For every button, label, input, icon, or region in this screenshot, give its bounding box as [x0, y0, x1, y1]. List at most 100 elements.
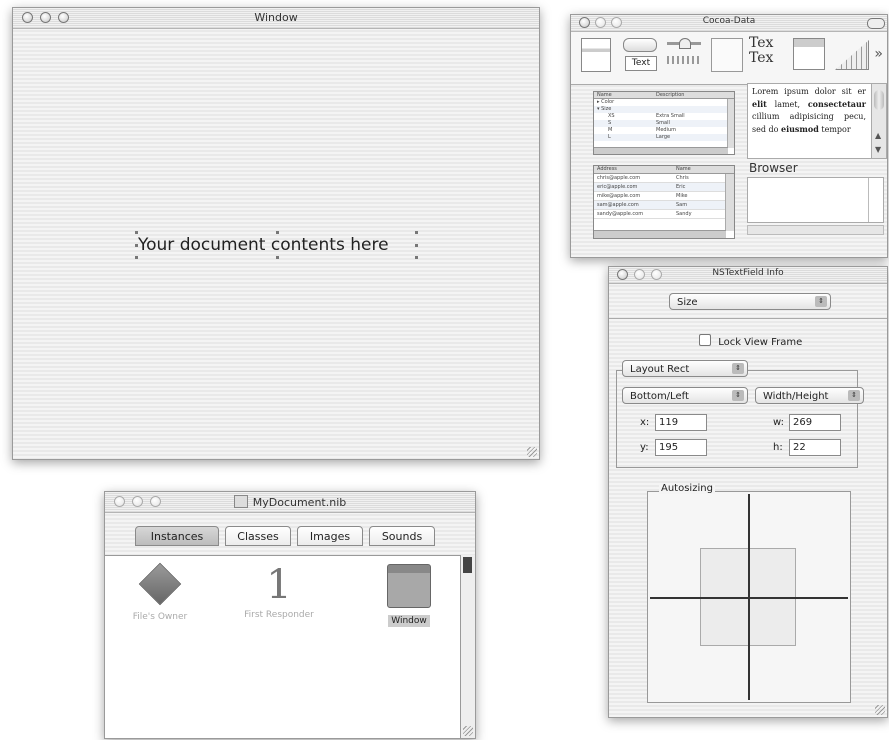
info-panel-titlebar[interactable]: NSTextField Info — [609, 267, 887, 284]
document-content-textfield[interactable]: Your document contents here — [135, 231, 418, 259]
outline-row[interactable]: L Large — [594, 134, 734, 141]
popup-divider — [609, 318, 887, 319]
resize-handle-icon[interactable] — [415, 244, 418, 247]
palette-titlebar[interactable]: Cocoa-Data — [571, 15, 887, 32]
resize-grip-icon[interactable] — [527, 447, 537, 457]
browser-scrollbar[interactable] — [747, 225, 884, 235]
size-popup[interactable]: Width/Height ⇕ — [755, 387, 864, 404]
cocoa-data-views-icon[interactable] — [581, 38, 611, 72]
tab-classes[interactable]: Classes — [225, 526, 291, 546]
scroll-thumb-icon[interactable] — [874, 90, 884, 110]
scroll-down-icon[interactable]: ▼ — [875, 145, 881, 154]
instances-pane[interactable]: File's Owner 1 First Responder Window — [105, 555, 461, 738]
outline-row[interactable]: M Medium — [594, 127, 734, 134]
table-row[interactable]: sandy@apple.com Sandy — [594, 210, 734, 219]
autosizing-vertical-spring[interactable] — [748, 494, 750, 700]
checkbox-icon[interactable] — [699, 334, 711, 346]
info-panel-title: NSTextField Info — [712, 268, 784, 278]
resize-grip-icon[interactable] — [875, 705, 885, 715]
nib-file-icon — [233, 495, 248, 508]
nib-window-titlebar[interactable]: MyDocument.nib — [105, 492, 475, 513]
y-label: y: — [640, 442, 649, 453]
resize-handle-icon[interactable] — [276, 256, 279, 259]
w-field[interactable]: 269 — [789, 414, 841, 431]
palette-window[interactable]: Cocoa-Data Text Tex Tex » Name Descripti… — [570, 14, 888, 258]
document-content-text: Your document contents here — [138, 235, 389, 255]
table-scrollbar[interactable] — [725, 174, 734, 231]
y-field[interactable]: 195 — [655, 439, 707, 456]
browser-column-divider — [868, 178, 869, 222]
outline-row[interactable]: ▸ Color — [594, 99, 734, 106]
text-button-icon[interactable] — [623, 38, 657, 52]
resize-handle-icon[interactable] — [135, 256, 138, 259]
scroll-arrows-icon[interactable] — [463, 557, 472, 573]
document-window[interactable]: Window Your document contents here — [12, 7, 540, 460]
table-hscrollbar[interactable] — [594, 230, 726, 238]
matrix-icon[interactable] — [835, 40, 869, 70]
more-arrow-icon[interactable]: » — [874, 46, 883, 62]
table-row[interactable]: eric@apple.com Eric — [594, 183, 734, 192]
outline-cell-description: Medium — [656, 127, 676, 133]
table-row[interactable]: mike@apple.com Mike — [594, 192, 734, 201]
text-view-scrollbar[interactable]: ▲ ▼ — [871, 84, 886, 158]
h-field[interactable]: 22 — [789, 439, 841, 456]
outline-header: Name Description — [594, 92, 734, 99]
popup-arrows-icon: ⇕ — [732, 363, 744, 374]
outline-scrollbar[interactable] — [727, 99, 734, 148]
resize-handle-icon[interactable] — [135, 244, 138, 247]
instance-label-selected: Window — [388, 615, 430, 627]
resize-handle-icon[interactable] — [415, 231, 418, 234]
outline-row[interactable]: S Small — [594, 120, 734, 127]
table-cell-name: Sandy — [676, 211, 692, 217]
tab-images[interactable]: Images — [297, 526, 363, 546]
tab-instances[interactable]: Instances — [135, 526, 219, 546]
table-row[interactable]: sam@apple.com Sam — [594, 201, 734, 210]
section-popup[interactable]: Size ⇕ — [669, 293, 831, 310]
instance-first-responder[interactable]: 1 First Responder — [231, 562, 327, 620]
table-cell-name: Sam — [676, 202, 688, 208]
instance-files-owner[interactable]: File's Owner — [115, 562, 205, 622]
instance-label: First Responder — [244, 610, 314, 620]
text-button[interactable]: Text — [625, 56, 657, 71]
nib-scrollbar[interactable] — [460, 555, 475, 738]
x-field[interactable]: 119 — [655, 414, 707, 431]
w-label: w: — [773, 417, 785, 428]
origin-popup[interactable]: Bottom/Left ⇕ — [622, 387, 748, 404]
tick-slider-icon[interactable] — [667, 56, 701, 64]
document-window-titlebar[interactable]: Window — [13, 8, 539, 29]
table-cell-address: sam@apple.com — [597, 202, 639, 208]
outline-view[interactable]: Name Description ▸ Color ▾ Size XS Extra Sm… — [593, 91, 735, 155]
text-field-icon[interactable]: Tex Tex — [749, 36, 783, 70]
h-label: h: — [773, 442, 783, 453]
outline-row[interactable]: XS Extra Small — [594, 113, 734, 120]
resize-handle-icon[interactable] — [276, 231, 279, 234]
autosizing-label: Autosizing — [659, 483, 715, 494]
popup-arrows-icon: ⇕ — [732, 390, 744, 401]
outline-row[interactable]: ▾ Size — [594, 106, 734, 113]
outline-cell-name: ▸ Color — [597, 99, 615, 105]
browser-view[interactable] — [747, 177, 884, 223]
tab-view-icon[interactable] — [793, 38, 825, 70]
text-field-preview-2: Tex — [749, 50, 774, 66]
layout-rect-popup[interactable]: Layout Rect ⇕ — [622, 360, 748, 377]
table-row[interactable]: chris@apple.com Chris — [594, 174, 734, 183]
info-panel[interactable]: NSTextField Info Size ⇕ Lock View Frame … — [608, 266, 888, 718]
popup-arrows-icon: ⇕ — [815, 296, 827, 307]
toolbar-toggle-icon[interactable] — [867, 18, 885, 29]
resize-handle-icon[interactable] — [415, 256, 418, 259]
text-view[interactable]: Lorem ipsum dolor sit er elit lamet, con… — [747, 83, 887, 159]
lock-view-frame-checkbox[interactable]: Lock View Frame — [699, 334, 802, 348]
table-view[interactable]: Address Name chris@apple.com Chris eric@ap… — [593, 165, 735, 239]
scroll-up-icon[interactable]: ▲ — [875, 131, 881, 140]
resize-handle-icon[interactable] — [135, 231, 138, 234]
nib-window[interactable]: MyDocument.nib Instances Classes Images … — [104, 491, 476, 739]
box-icon[interactable] — [711, 38, 743, 72]
text-field-preview: Tex — [749, 35, 774, 51]
table-cell-address: chris@apple.com — [597, 175, 641, 181]
first-responder-icon: 1 — [266, 562, 292, 608]
tab-sounds[interactable]: Sounds — [369, 526, 435, 546]
popup-arrows-icon: ⇕ — [848, 390, 860, 401]
outline-hscrollbar[interactable] — [594, 147, 728, 154]
resize-grip-icon[interactable] — [463, 726, 473, 736]
instance-window[interactable]: Window — [375, 564, 443, 627]
